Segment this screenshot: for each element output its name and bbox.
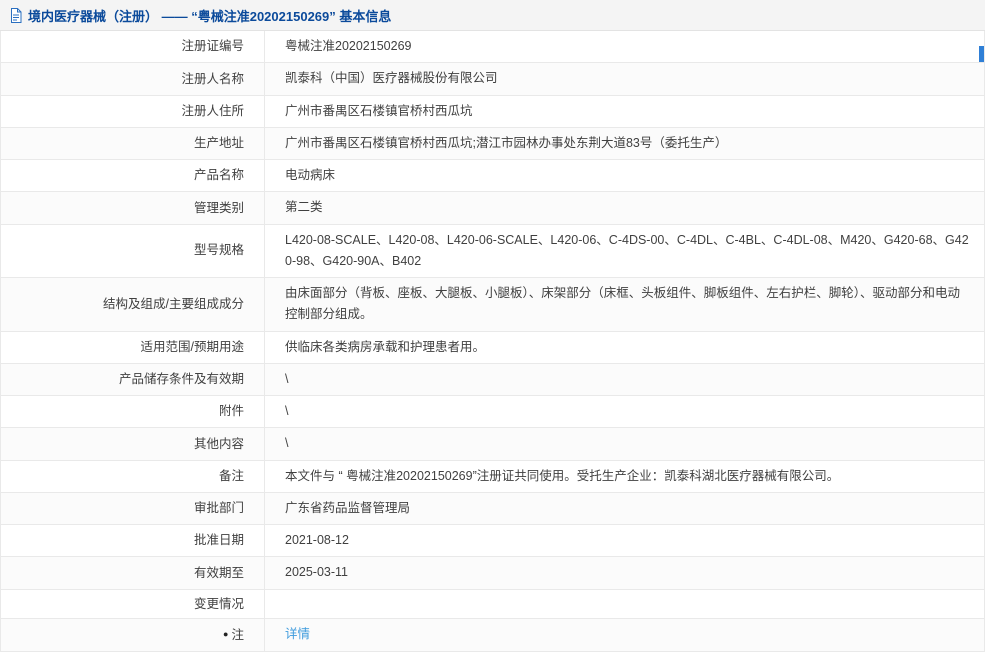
- table-row: 注册人名称 凯泰科（中国）医疗器械股份有限公司: [1, 63, 984, 96]
- row-value: 本文件与 “ 粤械注准20202150269”注册证共同使用。受托生产企业：凯泰…: [285, 468, 840, 483]
- registration-info-table: 注册证编号 粤械注准20202150269 注册人名称 凯泰科（中国）医疗器械股…: [0, 31, 985, 652]
- table-row: 产品储存条件及有效期 \: [1, 363, 984, 396]
- table-row: 注册人住所 广州市番禺区石楼镇官桥村西瓜坑: [1, 95, 984, 128]
- table-row: 其他内容 \: [1, 428, 984, 461]
- row-value: 由床面部分（背板、座板、大腿板、小腿板）、床架部分（床框、头板组件、脚板组件、左…: [285, 286, 961, 322]
- scrollbar-thumb[interactable]: [979, 46, 984, 62]
- row-value: 广州市番禺区石楼镇官桥村西瓜坑: [285, 103, 473, 118]
- row-label: 注册证编号: [1, 31, 265, 63]
- row-value: \: [285, 436, 289, 451]
- row-value: 粤械注准20202150269: [285, 39, 412, 53]
- row-label: 产品名称: [1, 160, 265, 192]
- row-value: 广东省药品监督管理局: [285, 500, 411, 515]
- row-label: 生产地址: [1, 127, 265, 159]
- page-title: 境内医疗器械（注册） —— “粤械注准20202150269” 基本信息: [28, 8, 392, 24]
- table-row: 生产地址 广州市番禺区石楼镇官桥村西瓜坑;潜江市园林办事处东荆大道83号（委托生…: [1, 127, 984, 160]
- row-value: 2021-08-12: [285, 533, 349, 547]
- row-label: 有效期至: [1, 557, 265, 589]
- table-row-note: ● 注 详情: [1, 619, 984, 652]
- document-icon: [10, 7, 22, 23]
- table-row: 注册证编号 粤械注准20202150269: [1, 31, 984, 64]
- row-value: 供临床各类病房承载和护理患者用。: [285, 339, 486, 354]
- row-label: 批准日期: [1, 525, 265, 557]
- row-label: 其他内容: [1, 428, 265, 460]
- row-label: 结构及组成/主要组成成分: [1, 278, 265, 331]
- row-value: [265, 590, 984, 619]
- table-row: 管理类别 第二类: [1, 192, 984, 225]
- row-value: 广州市番禺区石楼镇官桥村西瓜坑;潜江市园林办事处东荆大道83号（委托生产）: [285, 135, 728, 150]
- row-label: 注册人名称: [1, 63, 265, 95]
- note-bullet-icon: ●: [223, 629, 229, 640]
- row-label: 审批部门: [1, 492, 265, 524]
- row-value: 电动病床: [285, 168, 336, 182]
- table-row: 有效期至 2025-03-11: [1, 557, 984, 590]
- row-label: 适用范围/预期用途: [1, 331, 265, 363]
- row-value: \: [285, 371, 289, 386]
- table-row: 变更情况: [1, 589, 984, 620]
- row-label: 变更情况: [1, 589, 265, 619]
- table-row: 产品名称 电动病床: [1, 160, 984, 193]
- row-value: 2025-03-11: [285, 565, 349, 580]
- row-label: 产品储存条件及有效期: [1, 363, 265, 395]
- row-label: 附件: [1, 396, 265, 428]
- row-label: 备注: [1, 460, 265, 492]
- row-value: 第二类: [285, 200, 323, 215]
- row-value: 详情: [265, 619, 984, 650]
- table-row: 备注 本文件与 “ 粤械注准20202150269”注册证共同使用。受托生产企业…: [1, 460, 984, 493]
- row-label: 型号规格: [1, 224, 265, 277]
- row-label: 管理类别: [1, 192, 265, 224]
- row-label: ● 注: [1, 619, 265, 651]
- table-row: 结构及组成/主要组成成分 由床面部分（背板、座板、大腿板、小腿板）、床架部分（床…: [1, 278, 984, 332]
- table-row: 附件 \: [1, 396, 984, 429]
- table-row: 型号规格 L420-08-SCALE、L420-08、L420-06-SCALE…: [1, 224, 984, 278]
- row-label: 注册人住所: [1, 95, 265, 127]
- detail-link[interactable]: 详情: [285, 624, 310, 645]
- row-value: 凯泰科（中国）医疗器械股份有限公司: [285, 71, 498, 86]
- page-header: 境内医疗器械（注册） —— “粤械注准20202150269” 基本信息: [0, 0, 985, 31]
- row-value: L420-08-SCALE、L420-08、L420-06-SCALE、L420…: [285, 232, 969, 268]
- table-row: 审批部门 广东省药品监督管理局: [1, 492, 984, 525]
- table-row: 适用范围/预期用途 供临床各类病房承载和护理患者用。: [1, 331, 984, 364]
- note-label: 注: [231, 627, 244, 642]
- row-value: \: [285, 404, 289, 418]
- table-row: 批准日期 2021-08-12: [1, 525, 984, 558]
